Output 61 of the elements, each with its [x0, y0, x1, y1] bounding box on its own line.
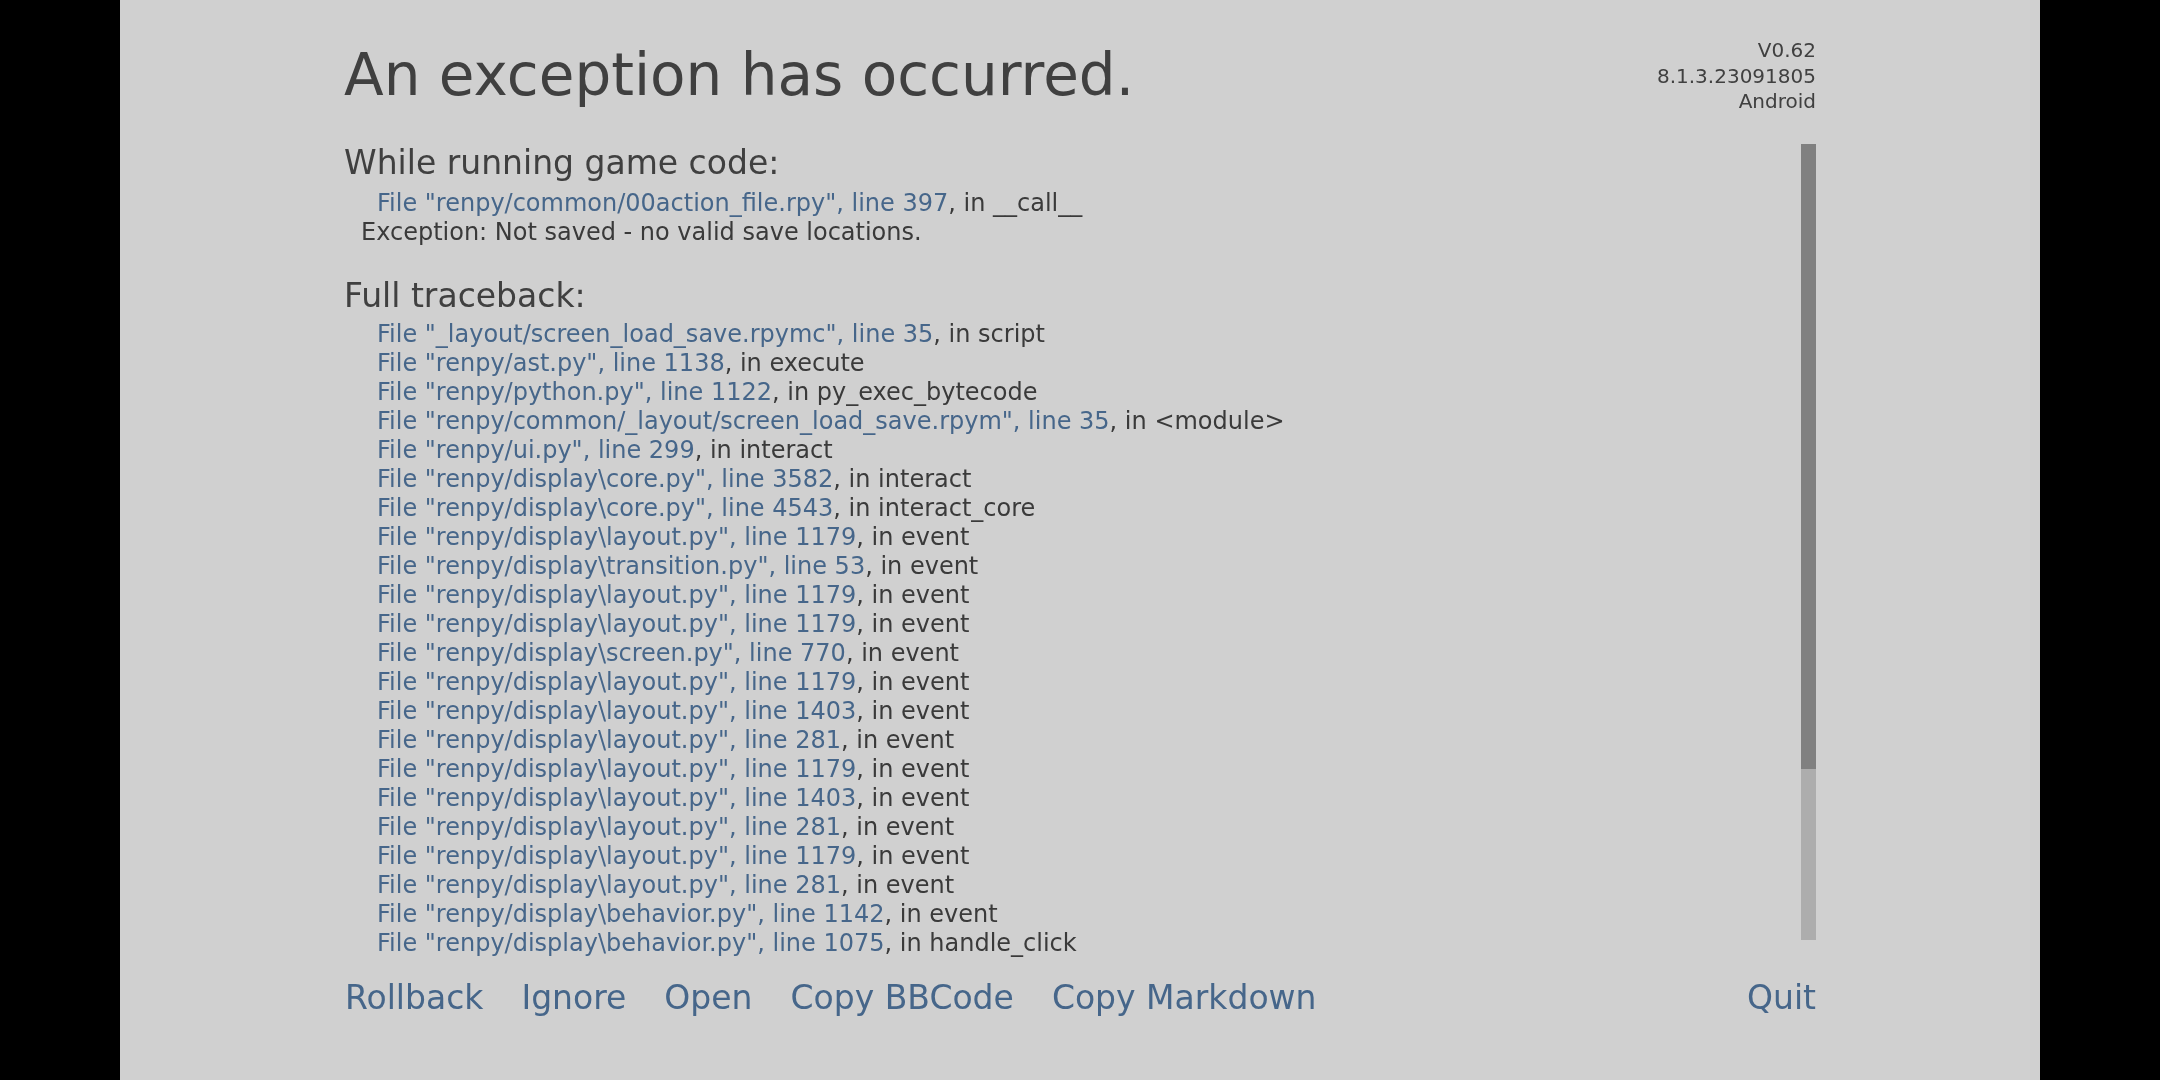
version-text: 8.1.3.23091805: [1656, 63, 1816, 89]
traceback-line: File "renpy/common/00action_file.rpy", line 397, in __call__: [377, 188, 1083, 218]
scrollbar[interactable]: [1801, 143, 1816, 940]
traceback-line: File "renpy/display\core.py", line 4543, in interact_core: [377, 493, 1036, 523]
file-link[interactable]: File "renpy/display\core.py", line 4543: [377, 493, 834, 522]
file-link[interactable]: File "renpy/display\screen.py", line 770: [377, 638, 846, 667]
traceback-line: File "renpy/display\layout.py", line 1403, in event: [377, 783, 970, 813]
action-button[interactable]: Rollback: [345, 977, 484, 1018]
traceback-line: File "renpy/display\layout.py", line 1179, in event: [377, 841, 970, 871]
file-link[interactable]: File "renpy/display\behavior.py", line 1142: [377, 899, 885, 928]
file-link[interactable]: File "renpy/ui.py", line 299: [377, 435, 695, 464]
traceback-line: File "renpy/display\screen.py", line 770, in event: [377, 638, 959, 668]
traceback-line: File "renpy/display\layout.py", line 281, in event: [377, 870, 955, 900]
action-button[interactable]: Ignore: [521, 977, 627, 1018]
file-link[interactable]: File "_layout/screen_load_save.rpymc", line 35: [377, 319, 934, 348]
traceback-line: File "renpy/common/_layout/screen_load_save.rpym", line 35, in <module>: [377, 406, 1285, 436]
section-heading: While running game code:: [344, 142, 780, 183]
action-button[interactable]: Copy BBCode: [790, 977, 1014, 1018]
file-link[interactable]: File "renpy/display\layout.py", line 1179: [377, 754, 857, 783]
traceback-line: File "renpy/display\layout.py", line 1179, in event: [377, 609, 970, 639]
quit-button[interactable]: Quit: [1747, 977, 1816, 1018]
file-link[interactable]: File "renpy/python.py", line 1122: [377, 377, 772, 406]
file-link[interactable]: File "renpy/common/_layout/screen_load_save.rpym", line 35: [377, 406, 1110, 435]
traceback-line: File "renpy/display\layout.py", line 1179, in event: [377, 580, 970, 610]
exception-message: Exception: Not saved - no valid save locations.: [361, 217, 922, 247]
version-text: Android: [1738, 89, 1816, 115]
traceback-line: File "renpy/display\layout.py", line 281, in event: [377, 812, 955, 842]
file-link[interactable]: File "renpy/display\layout.py", line 281: [377, 725, 841, 754]
traceback-line: File "renpy/display\layout.py", line 1179, in event: [377, 667, 970, 697]
file-link[interactable]: File "renpy/display\layout.py", line 1179: [377, 841, 857, 870]
file-link[interactable]: File "renpy/display\behavior.py", line 1075: [377, 928, 885, 957]
traceback-line: File "renpy/ui.py", line 299, in interact: [377, 435, 833, 465]
traceback-line: File "_layout/screen_load_save.rpymc", line 35, in script: [377, 319, 1045, 349]
file-link[interactable]: File "renpy/display\layout.py", line 1179: [377, 609, 857, 638]
error-title: An exception has occurred.: [344, 42, 1135, 108]
traceback-line: File "renpy/display\layout.py", line 1403, in event: [377, 696, 970, 726]
file-link[interactable]: File "renpy/display\layout.py", line 1179: [377, 522, 857, 551]
action-button[interactable]: Open: [664, 977, 753, 1018]
file-link[interactable]: File "renpy/display\transition.py", line 53: [377, 551, 866, 580]
file-link[interactable]: File "renpy/display\layout.py", line 1403: [377, 696, 857, 725]
version-text: V0.62: [1757, 38, 1816, 64]
file-link[interactable]: File "renpy/display\layout.py", line 1403: [377, 783, 857, 812]
traceback-line: File "renpy/display\behavior.py", line 1142, in event: [377, 899, 998, 929]
traceback-line: File "renpy/display\transition.py", line 53, in event: [377, 551, 979, 581]
action-button[interactable]: Copy Markdown: [1051, 977, 1317, 1018]
file-link[interactable]: File "renpy/ast.py", line 1138: [377, 348, 725, 377]
traceback-line: File "renpy/display\layout.py", line 1179, in event: [377, 754, 970, 784]
traceback-line: File "renpy/display\behavior.py", line 1075, in handle_click: [377, 928, 1077, 958]
scrollbar-thumb[interactable]: [1801, 143, 1816, 769]
traceback-line: File "renpy/display\layout.py", line 281, in event: [377, 725, 955, 755]
section-heading: Full traceback:: [344, 275, 586, 316]
file-link[interactable]: File "renpy/display\layout.py", line 281: [377, 812, 841, 841]
traceback-line: File "renpy/ast.py", line 1138, in execute: [377, 348, 865, 378]
file-link[interactable]: File "renpy/display\core.py", line 3582: [377, 464, 834, 493]
traceback-line: File "renpy/display\core.py", line 3582, in interact: [377, 464, 972, 494]
file-link[interactable]: File "renpy/display\layout.py", line 1179: [377, 580, 857, 609]
traceback-line: File "renpy/python.py", line 1122, in py_exec_bytecode: [377, 377, 1038, 407]
traceback-line: File "renpy/display\layout.py", line 1179, in event: [377, 522, 970, 552]
file-link[interactable]: File "renpy/display\layout.py", line 1179: [377, 667, 857, 696]
file-link[interactable]: File "renpy/display\layout.py", line 281: [377, 870, 841, 899]
file-link[interactable]: File "renpy/common/00action_file.rpy", line 397: [377, 188, 949, 217]
